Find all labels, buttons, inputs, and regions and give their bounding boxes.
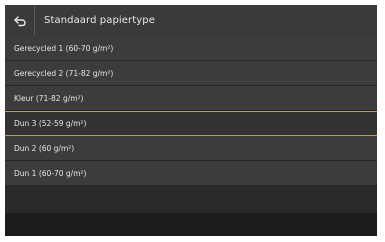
back-arrow-icon (13, 15, 27, 27)
paper-type-list: Gerecycled 1 (60-70 g/m²) Gerecycled 2 (… (5, 36, 377, 186)
list-item-thin-1[interactable]: Dun 1 (60-70 g/m²) (5, 161, 377, 186)
list-item-thin-3[interactable]: Dun 3 (52-59 g/m²) (5, 111, 377, 136)
footer-bar (5, 213, 377, 236)
list-item-thin-2[interactable]: Dun 2 (60 g/m²) (5, 136, 377, 161)
list-item-color[interactable]: Kleur (71-82 g/m²) (5, 86, 377, 111)
back-button[interactable] (5, 5, 35, 36)
header-bar: Standaard papiertype (5, 5, 377, 36)
page-title: Standaard papiertype (44, 15, 156, 26)
list-item-recycled-2[interactable]: Gerecycled 2 (71-82 g/m²) (5, 61, 377, 86)
list-item-recycled-1[interactable]: Gerecycled 1 (60-70 g/m²) (5, 36, 377, 61)
paper-type-screen: Standaard papiertype Gerecycled 1 (60-70… (5, 5, 377, 236)
